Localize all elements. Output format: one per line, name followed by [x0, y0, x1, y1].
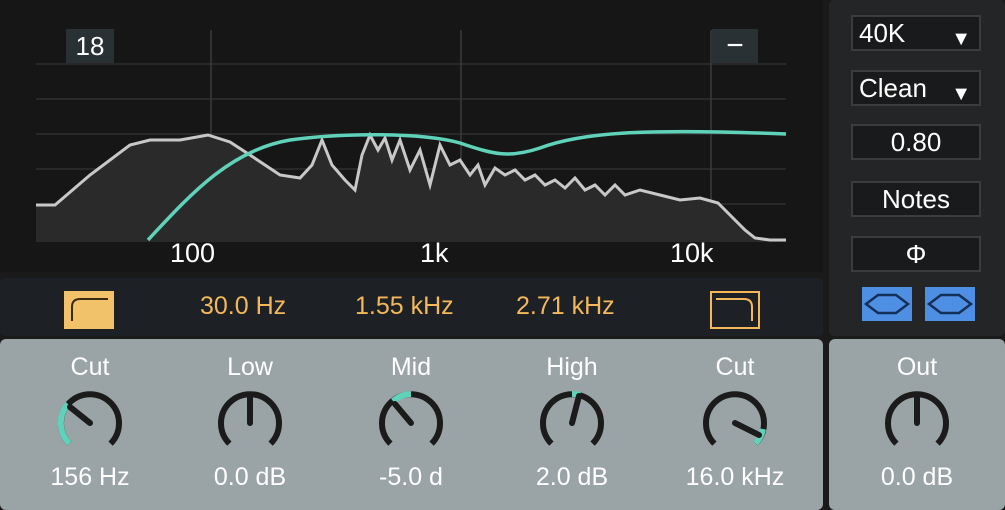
dropdown-arrow-icon: ▼ — [951, 28, 971, 50]
high-gain-knob[interactable]: High 2.0 dB — [512, 339, 632, 510]
lowpass-shape-icon — [716, 298, 753, 321]
high-frequency[interactable]: 2.71 kHz — [516, 292, 615, 321]
mode-dropdown[interactable]: Clean ▼ — [851, 70, 981, 106]
high-cut-filter-button[interactable] — [710, 291, 760, 329]
mid-gain-knob[interactable]: Mid -5.0 d — [351, 339, 471, 510]
filter-shape-button-1[interactable] — [862, 287, 912, 321]
eq-knob-panel: Cut 156 Hz Low 0.0 dB Mid -5.0 d High 2.… — [0, 339, 823, 510]
low-cut-frequency[interactable]: 30.0 Hz — [200, 292, 286, 321]
spectrum-display[interactable]: 18 − 100 1k 10k — [0, 0, 823, 272]
knob-label: Out — [896, 353, 938, 381]
knob-value: 0.0 dB — [880, 463, 954, 491]
high-cut-knob[interactable]: Cut 16.0 kHz — [675, 339, 795, 510]
rate-value: 40K — [859, 18, 906, 48]
knob-value: 2.0 dB — [535, 463, 609, 491]
knob-dial — [540, 391, 604, 446]
side-controls: 40K ▼ Clean ▼ 0.80 Notes Φ — [829, 0, 1005, 336]
knob-label: Cut — [715, 353, 755, 381]
dropdown-arrow-icon: ▼ — [951, 83, 971, 105]
db-range-badge[interactable]: 18 — [66, 29, 114, 63]
mid-frequency[interactable]: 1.55 kHz — [355, 292, 454, 321]
spectrum-fill — [36, 135, 786, 242]
rate-dropdown[interactable]: 40K ▼ — [851, 15, 981, 51]
knob-dial — [57, 391, 122, 446]
mode-value: Clean — [859, 73, 927, 103]
knob-dial — [218, 391, 282, 446]
output-panel: Out 0.0 dB — [829, 339, 1005, 510]
freq-tick-label: 1k — [420, 238, 449, 268]
spectrum-graph — [36, 30, 787, 242]
knob-value: 16.0 kHz — [685, 463, 785, 491]
filter-shape-button-2[interactable] — [925, 287, 975, 321]
knob-label: Low — [227, 353, 273, 381]
phase-invert-button[interactable]: Φ — [851, 236, 981, 272]
knob-dial — [379, 391, 443, 446]
phase-icon: Φ — [905, 239, 927, 269]
highpass-shape-icon — [71, 298, 108, 321]
freq-tick-label: 10k — [670, 238, 714, 268]
knob-label: High — [546, 353, 598, 381]
knob-dial — [885, 391, 949, 446]
notes-label: Notes — [882, 184, 950, 214]
low-cut-knob[interactable]: Cut 156 Hz — [30, 339, 150, 510]
amount-value: 0.80 — [890, 127, 942, 157]
filter-frequency-bar: 30.0 Hz 1.55 kHz 2.71 kHz — [0, 278, 823, 336]
knob-value: 0.0 dB — [213, 463, 287, 491]
knob-dial — [703, 391, 767, 446]
low-cut-filter-button[interactable] — [64, 291, 114, 329]
notes-button[interactable]: Notes — [851, 181, 981, 217]
bell-shape-icon — [863, 293, 911, 315]
output-gain-knob[interactable]: Out 0.0 dB — [857, 339, 977, 510]
knob-label: Cut — [70, 353, 110, 381]
knob-value: 156 Hz — [50, 463, 130, 491]
collapse-button[interactable]: − — [712, 29, 758, 63]
knob-label: Mid — [390, 353, 432, 381]
bell-shape-icon — [926, 293, 974, 315]
knob-value: -5.0 d — [379, 463, 443, 491]
low-gain-knob[interactable]: Low 0.0 dB — [190, 339, 310, 510]
amount-field[interactable]: 0.80 — [851, 124, 981, 160]
freq-tick-label: 100 — [170, 238, 216, 268]
